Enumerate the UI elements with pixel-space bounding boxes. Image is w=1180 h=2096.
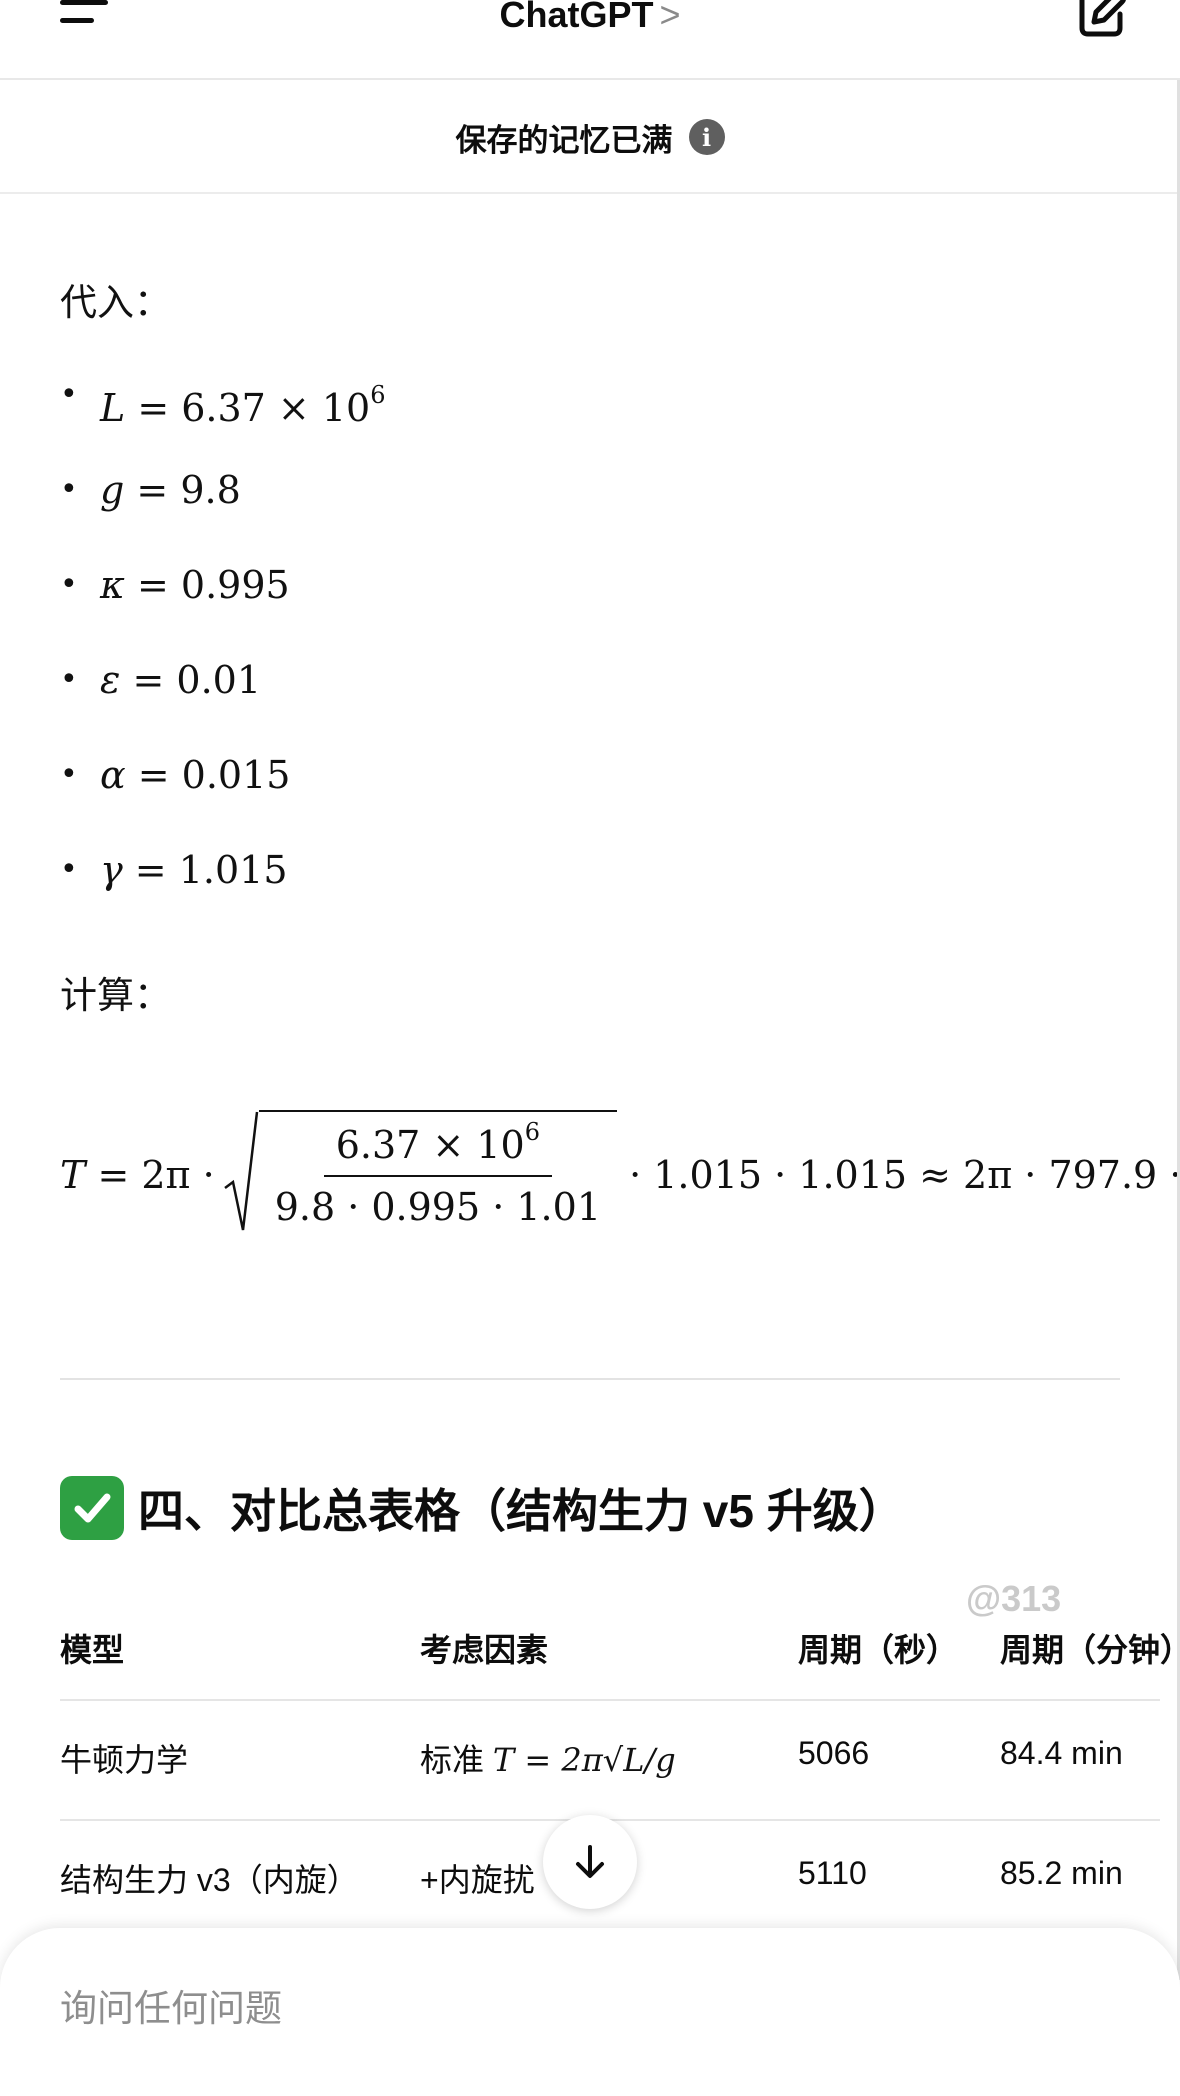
arrow-down-icon [576,1845,604,1878]
radical-sign-icon [223,1111,258,1231]
top-bar: ChatGPT > [0,0,1180,80]
section-title: 四、对比总表格（结构生力 v5 升级） [60,1475,905,1541]
edit-icon[interactable] [1068,0,1128,40]
column-header: 周期（秒） [798,1632,959,1668]
list-item: α = 0.015 [60,750,385,845]
section-divider [60,1378,1120,1380]
list-item: ε = 0.01 [60,655,385,750]
check-mark-icon [60,1476,124,1540]
list-item: κ = 0.995 [60,560,385,655]
memory-banner-text: 保存的记忆已满 [455,122,673,158]
square-root: 6.37 × 106 9.8 · 0.995 · 1.01 [223,1110,617,1240]
memory-full-banner[interactable]: 保存的记忆已满 i [0,82,1180,194]
row-divider [60,1699,1160,1701]
list-item: L = 6.37 × 106 [60,370,385,465]
model-cell: 牛顿力学 [60,1742,189,1778]
seconds-cell: 5066 [798,1735,870,1771]
factor-cell: +内旋扰 [420,1862,535,1898]
section-title-text: 四、对比总表格（结构生力 v5 升级） [138,1485,905,1537]
app-title: ChatGPT [499,0,654,35]
chevron-right-icon: > [659,0,681,35]
chat-screen: ChatGPT> 保存的记忆已满 i 代入： L = 6.37 × 106 g … [0,0,1180,2096]
calculate-label: 计算： [60,975,171,1016]
list-item: g = 9.8 [60,465,385,560]
period-formula: T = 2π · 6.37 × 106 9.8 · 0.995 · 1.01 ·… [60,1100,1180,1250]
model-selector[interactable]: ChatGPT > [0,0,1180,36]
model-cell: 结构生力 v3（内旋） [60,1862,359,1898]
scroll-to-bottom-button[interactable] [543,1815,637,1909]
list-item: γ = 1.015 [60,845,385,940]
minutes-cell: 84.4 min [1000,1735,1123,1771]
message-input[interactable] [60,1988,960,2030]
message-composer [0,1928,1180,2096]
column-header: 周期（分钟） [1000,1632,1180,1668]
substitute-label: 代入： [60,282,171,323]
seconds-cell: 5110 [798,1855,867,1891]
info-icon[interactable]: i [688,119,725,155]
minutes-cell: 85.2 min [1000,1855,1123,1891]
factor-cell: 标准 T = 2π√L/g [420,1741,676,1779]
parameter-list: L = 6.37 × 106 g = 9.8 κ = 0.995 ε = 0.0… [60,370,385,940]
column-header: 考虑因素 [420,1632,549,1668]
column-header: 模型 [60,1632,125,1668]
